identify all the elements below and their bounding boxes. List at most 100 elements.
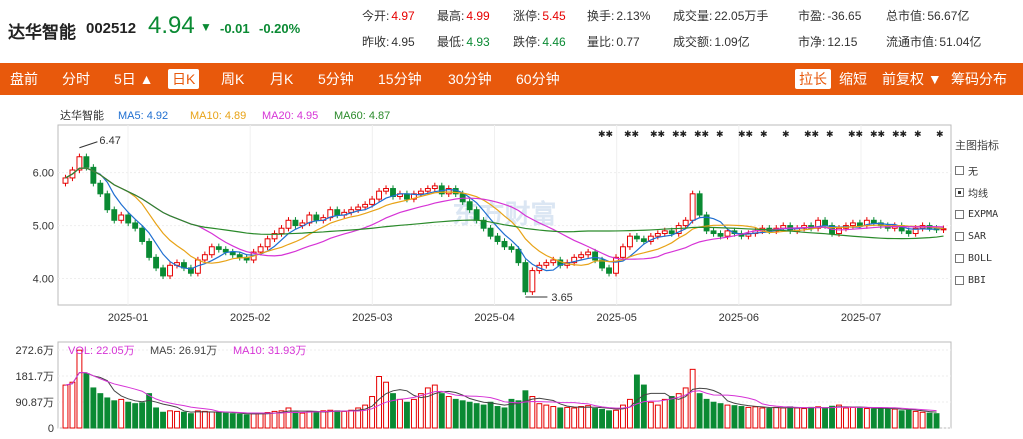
volume-bar	[626, 398, 633, 429]
candle	[724, 230, 731, 237]
quote-value: 12.15	[827, 35, 858, 49]
volume-bar	[264, 412, 271, 429]
y-tick-label: 6.00	[33, 168, 54, 180]
checkbox-icon[interactable]	[955, 275, 964, 285]
tab-6[interactable]: 5分钟	[318, 63, 354, 95]
event-marker-icon: ✱✱	[598, 129, 613, 139]
candle	[870, 219, 877, 224]
indicator-option[interactable]: BOLL	[955, 247, 1023, 269]
legend-MA20: MA20: 4.95	[262, 110, 318, 122]
quote-item: 今开: 4.97	[362, 7, 415, 24]
tab-8[interactable]: 30分钟	[448, 63, 492, 95]
volume-y-tick-label: 181.7万	[15, 371, 54, 383]
volume-bar	[592, 408, 599, 429]
volume-bar	[654, 404, 661, 429]
indicator-option[interactable]: 均线	[955, 181, 1023, 203]
right-tab-3[interactable]: 筹码分布	[951, 63, 1007, 95]
volume-bar	[410, 398, 417, 429]
quote-label: 成交额:	[673, 35, 713, 49]
checkbox-icon[interactable]	[955, 165, 964, 175]
tab-0[interactable]: 盘前	[10, 63, 38, 95]
volume-bar	[229, 413, 236, 429]
volume-bar	[62, 384, 69, 429]
candle	[104, 193, 111, 211]
tab-9[interactable]: 60分钟	[516, 63, 560, 95]
candle	[278, 227, 285, 235]
volume-bar	[390, 393, 396, 429]
tab-5[interactable]: 月K	[270, 63, 293, 95]
quote-item: 涨停: 5.45	[513, 7, 566, 24]
volume-bar	[536, 403, 543, 429]
tab-7[interactable]: 15分钟	[378, 63, 422, 95]
candle	[208, 246, 215, 256]
indicator-option[interactable]: EXPMA	[955, 203, 1023, 225]
volume-bar	[438, 393, 445, 429]
quote-label: 涨停:	[513, 9, 541, 23]
candle	[431, 185, 438, 190]
candle	[668, 230, 675, 235]
period-tab-bar: 盘前 分时 5日 ▲ 日K 周K 月K 5分钟 15分钟 30分钟 60分钟 拉长 缩短 前复权 ▼ 筹…	[0, 63, 1023, 95]
volume-bar	[132, 403, 139, 429]
candle	[417, 190, 424, 195]
volume-bar	[250, 413, 257, 429]
candle	[654, 233, 661, 237]
y-tick-label: 5.00	[33, 221, 54, 233]
volume-bar	[383, 381, 389, 429]
event-marker-icon: ✱✱	[694, 129, 709, 139]
quote-value: 1.09亿	[714, 35, 750, 49]
quote-value: 4.99	[466, 9, 490, 23]
tab-2[interactable]: 5日 ▲	[114, 63, 154, 95]
quote-value: 4.46	[542, 35, 566, 49]
volume-bar	[640, 384, 647, 429]
checkbox-icon[interactable]	[955, 187, 964, 197]
quote-item: 成交量: 22.05万手	[673, 7, 768, 24]
candle	[640, 238, 647, 242]
volume-bar	[843, 407, 849, 429]
tab-1[interactable]: 分时	[62, 63, 90, 95]
volume-bar	[271, 410, 278, 429]
kline-chart[interactable]: 6.00 5.00 4.00 2025-01 2025-02 2025-03 2025-04…	[0, 95, 965, 435]
event-marker-icon: ✱✱	[848, 129, 863, 139]
quote-label: 跌停:	[513, 35, 541, 49]
checkbox-icon[interactable]	[955, 231, 964, 241]
right-tab-1[interactable]: 缩短	[839, 63, 867, 95]
checkbox-icon[interactable]	[955, 209, 964, 219]
candle	[404, 193, 410, 200]
x-tick-label: 2025-04	[474, 312, 514, 324]
candle	[696, 193, 703, 216]
low-annotation: 3.65	[551, 292, 572, 304]
right-tab-0[interactable]: 拉长	[795, 69, 831, 89]
checkbox-icon[interactable]	[955, 253, 964, 263]
candle	[125, 214, 132, 224]
indicator-option[interactable]: 无	[955, 159, 1023, 181]
candle	[369, 198, 376, 205]
candle	[717, 233, 724, 237]
volume-bar	[578, 406, 585, 429]
quote-label: 换手:	[587, 9, 615, 23]
indicator-panel-title: 主图指标	[955, 140, 999, 152]
volume-bar	[299, 412, 306, 429]
tab-4[interactable]: 周K	[221, 63, 244, 95]
x-tick-label: 2025-07	[841, 312, 881, 324]
volume-bar	[376, 375, 383, 429]
quote-label: 总市值:	[886, 9, 926, 23]
volume-bar	[780, 407, 787, 429]
legend-MA10: MA10: 4.89	[190, 110, 246, 122]
volume-bar	[76, 349, 83, 429]
candle	[836, 227, 842, 235]
volume-bar	[522, 390, 529, 429]
x-tick-label: 2025-06	[719, 312, 759, 324]
candle	[201, 254, 208, 261]
volume-bar	[83, 373, 90, 429]
indicator-option[interactable]: BBI	[955, 269, 1023, 291]
kline-chart-area: 6.00 5.00 4.00 2025-01 2025-02 2025-03 2025-04…	[0, 95, 965, 439]
volume-bar	[257, 412, 264, 429]
volume-bar	[222, 412, 229, 429]
y-tick-label: 4.00	[33, 274, 54, 286]
volume-bar	[181, 411, 187, 429]
volume-bar	[292, 411, 299, 429]
tab-3[interactable]: 日K	[168, 69, 200, 89]
indicator-option[interactable]: SAR	[955, 225, 1023, 247]
right-tab-2[interactable]: 前复权 ▼	[882, 63, 942, 95]
indicator-option-label: 均线	[968, 188, 988, 200]
